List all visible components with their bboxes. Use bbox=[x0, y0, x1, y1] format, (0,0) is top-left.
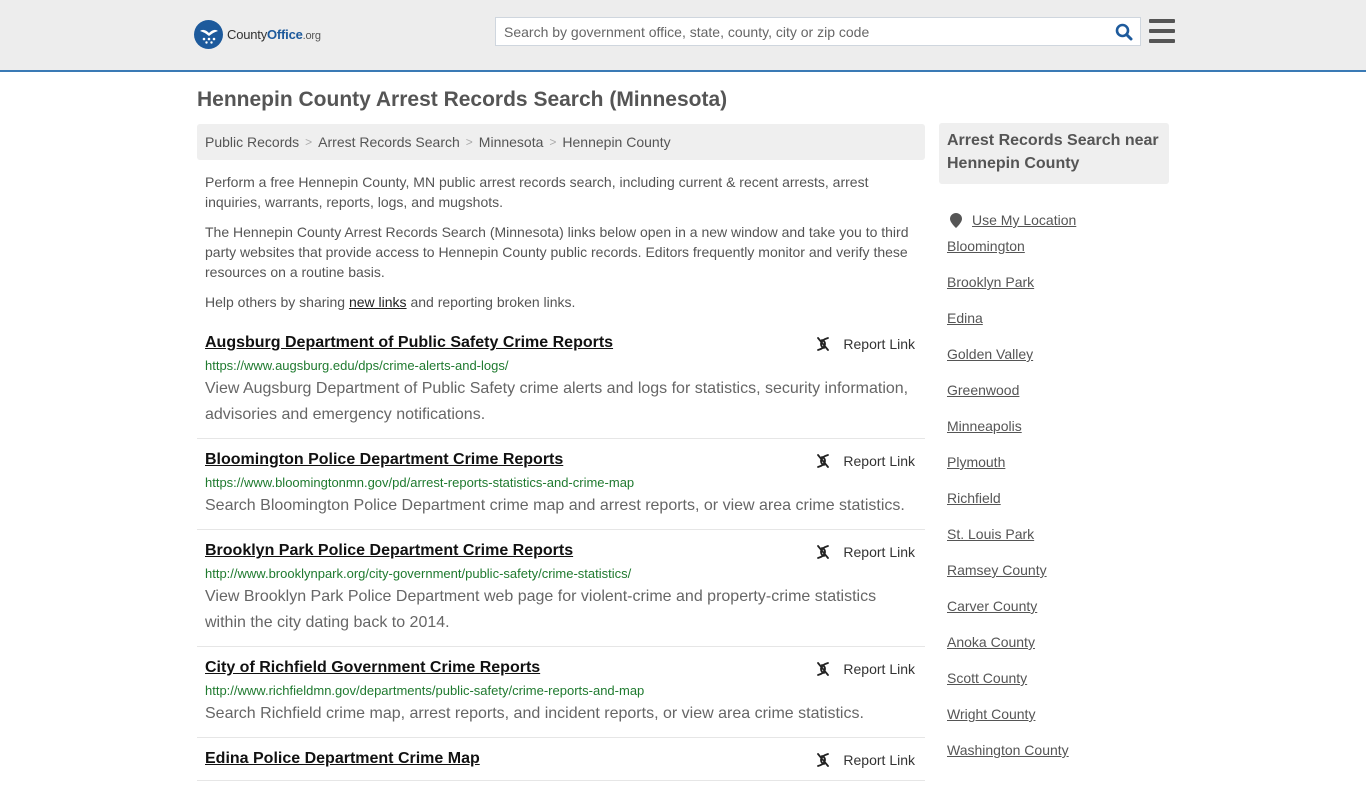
breadcrumb-arrest-records-search[interactable]: Arrest Records Search bbox=[318, 134, 460, 150]
search-button[interactable] bbox=[1108, 18, 1140, 45]
sidebar-item: Washington County bbox=[947, 742, 1169, 778]
report-link-button[interactable]: Report Link bbox=[815, 661, 915, 677]
result-url: http://www.brooklynpark.org/city-governm… bbox=[205, 566, 632, 581]
nearby-link-wright-county[interactable]: Wright County bbox=[947, 706, 1035, 722]
map-marker-icon bbox=[950, 212, 962, 228]
site-logo[interactable]: CountyOffice.org bbox=[194, 20, 321, 49]
result-url: https://www.augsburg.edu/dps/crime-alert… bbox=[205, 358, 509, 373]
sidebar-item: Carver County bbox=[947, 598, 1169, 634]
use-my-location-link[interactable]: Use My Location bbox=[972, 212, 1076, 228]
result-description: View Augsburg Department of Public Safet… bbox=[205, 380, 909, 423]
site-header: CountyOffice.org bbox=[0, 0, 1366, 72]
broken-link-icon bbox=[817, 753, 830, 767]
result-title-link[interactable]: Brooklyn Park Police Department Crime Re… bbox=[205, 540, 573, 562]
nearby-link-washington-county[interactable]: Washington County bbox=[947, 742, 1069, 758]
sidebar-item: Scott County bbox=[947, 670, 1169, 706]
results-list: Augsburg Department of Public Safety Cri… bbox=[197, 332, 925, 781]
sidebar-item: Anoka County bbox=[947, 634, 1169, 670]
broken-link-icon bbox=[817, 454, 830, 468]
broken-link-icon bbox=[817, 545, 830, 559]
breadcrumb-public-records[interactable]: Public Records bbox=[205, 134, 299, 150]
breadcrumb: Public Records > Arrest Records Search >… bbox=[197, 124, 925, 160]
nearby-link-greenwood[interactable]: Greenwood bbox=[947, 382, 1019, 398]
report-link-button[interactable]: Report Link bbox=[815, 336, 915, 352]
sidebar-item: Richfield bbox=[947, 490, 1169, 526]
search-icon bbox=[1115, 23, 1133, 40]
nearby-link-richfield[interactable]: Richfield bbox=[947, 490, 1001, 506]
result-item: City of Richfield Government Crime Repor… bbox=[197, 657, 925, 738]
result-url: http://www.richfieldmn.gov/departments/p… bbox=[205, 683, 645, 698]
result-title-link[interactable]: Edina Police Department Crime Map bbox=[205, 748, 480, 770]
new-links-link[interactable]: new links bbox=[349, 294, 407, 310]
breadcrumb-hennepin-county: Hennepin County bbox=[562, 134, 671, 150]
result-description: Search Bloomington Police Department cri… bbox=[205, 497, 905, 514]
sidebar-item: Minneapolis bbox=[947, 418, 1169, 454]
result-url: https://www.bloomingtonmn.gov/pd/arrest-… bbox=[205, 475, 635, 490]
result-item: Bloomington Police Department Crime Repo… bbox=[197, 449, 925, 530]
sidebar-item: Brooklyn Park bbox=[947, 274, 1169, 310]
breadcrumb-separator: > bbox=[465, 135, 473, 149]
use-my-location: Use My Location bbox=[947, 202, 1169, 238]
intro-paragraph: The Hennepin County Arrest Records Searc… bbox=[205, 224, 909, 280]
nearby-link-bloomington[interactable]: Bloomington bbox=[947, 238, 1025, 254]
main-content: Public Records > Arrest Records Search >… bbox=[197, 124, 925, 791]
result-item: Edina Police Department Crime Map Report… bbox=[197, 748, 925, 781]
result-title-link[interactable]: City of Richfield Government Crime Repor… bbox=[205, 657, 540, 679]
breadcrumb-separator: > bbox=[549, 135, 557, 149]
broken-link-icon bbox=[817, 662, 830, 676]
nearby-link-carver-county[interactable]: Carver County bbox=[947, 598, 1037, 614]
sidebar-item: Edina bbox=[947, 310, 1169, 346]
report-link-button[interactable]: Report Link bbox=[815, 752, 915, 768]
sidebar-item: Plymouth bbox=[947, 454, 1169, 490]
result-description: Search Richfield crime map, arrest repor… bbox=[205, 705, 864, 722]
result-title-link[interactable]: Augsburg Department of Public Safety Cri… bbox=[205, 332, 613, 354]
sidebar-item: St. Louis Park bbox=[947, 526, 1169, 562]
result-item: Brooklyn Park Police Department Crime Re… bbox=[197, 540, 925, 647]
sidebar-item: Greenwood bbox=[947, 382, 1169, 418]
broken-link-icon bbox=[817, 337, 830, 351]
search-input[interactable] bbox=[496, 18, 1108, 45]
nearby-link-plymouth[interactable]: Plymouth bbox=[947, 454, 1005, 470]
sidebar-item: Golden Valley bbox=[947, 346, 1169, 382]
intro-paragraph: Perform a free Hennepin County, MN publi… bbox=[205, 174, 869, 210]
intro-text: Perform a free Hennepin County, MN publi… bbox=[197, 172, 925, 312]
result-description: View Brooklyn Park Police Department web… bbox=[205, 588, 877, 631]
report-link-button[interactable]: Report Link bbox=[815, 544, 915, 560]
logo-eagle-icon bbox=[194, 20, 223, 49]
nearby-links-list: Use My Location Bloomington Brooklyn Par… bbox=[939, 202, 1169, 778]
nearby-link-minneapolis[interactable]: Minneapolis bbox=[947, 418, 1022, 434]
page-title: Hennepin County Arrest Records Search (M… bbox=[197, 88, 728, 111]
search-bar bbox=[495, 17, 1141, 46]
sidebar-item: Ramsey County bbox=[947, 562, 1169, 598]
sidebar-heading: Arrest Records Search near Hennepin Coun… bbox=[939, 123, 1169, 184]
breadcrumb-separator: > bbox=[305, 135, 313, 149]
nearby-link-brooklyn-park[interactable]: Brooklyn Park bbox=[947, 274, 1034, 290]
sidebar-item: Wright County bbox=[947, 706, 1169, 742]
sidebar-item: Bloomington bbox=[947, 238, 1169, 274]
result-title-link[interactable]: Bloomington Police Department Crime Repo… bbox=[205, 449, 563, 471]
nearby-link-anoka-county[interactable]: Anoka County bbox=[947, 634, 1035, 650]
nearby-link-edina[interactable]: Edina bbox=[947, 310, 983, 326]
nearby-link-ramsey-county[interactable]: Ramsey County bbox=[947, 562, 1047, 578]
breadcrumb-minnesota[interactable]: Minnesota bbox=[479, 134, 544, 150]
nearby-link-scott-county[interactable]: Scott County bbox=[947, 670, 1027, 686]
nearby-link-st-louis-park[interactable]: St. Louis Park bbox=[947, 526, 1034, 542]
report-link-button[interactable]: Report Link bbox=[815, 453, 915, 469]
share-paragraph: Help others by sharing new links and rep… bbox=[205, 294, 576, 310]
nearby-link-golden-valley[interactable]: Golden Valley bbox=[947, 346, 1033, 362]
nearby-sidebar: Arrest Records Search near Hennepin Coun… bbox=[939, 123, 1169, 778]
logo-text: CountyOffice.org bbox=[227, 27, 321, 42]
hamburger-menu-icon[interactable] bbox=[1149, 19, 1175, 43]
result-item: Augsburg Department of Public Safety Cri… bbox=[197, 332, 925, 439]
